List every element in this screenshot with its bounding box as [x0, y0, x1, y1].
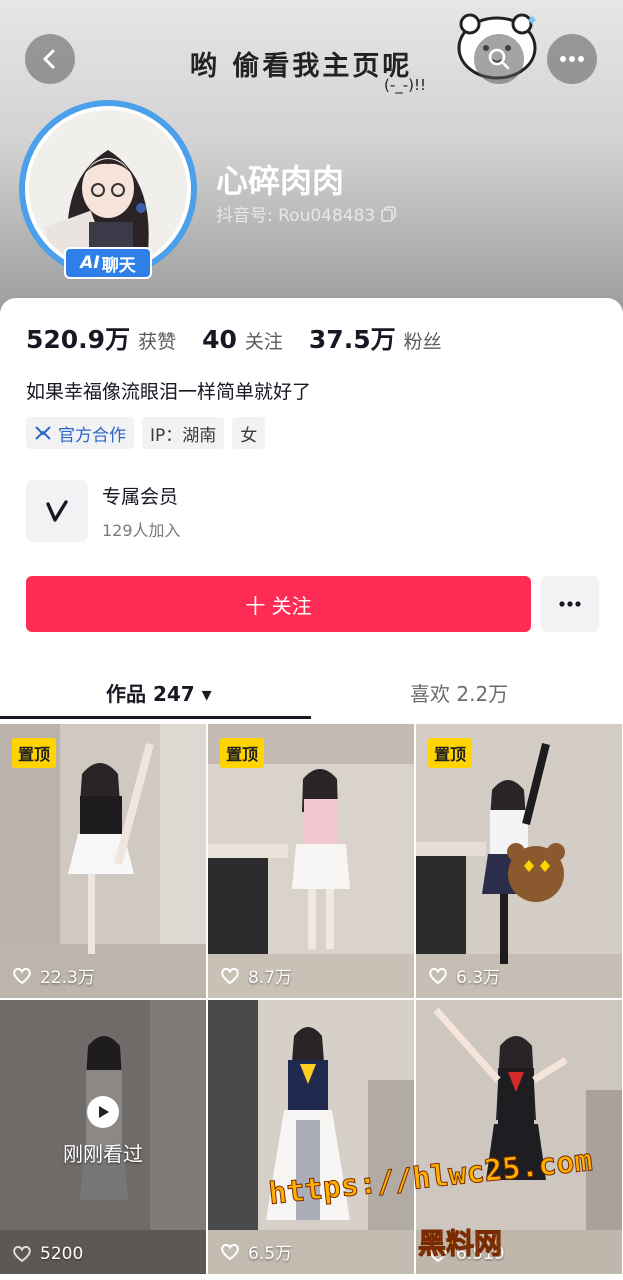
douyin-id-row[interactable]: 抖音号: Rou048483 [216, 201, 397, 226]
profile-sheet: 520.9万 获赞 40 关注 37.5万 粉丝 如果幸福像流眼泪一样简单就好了… [0, 298, 623, 1280]
ip-location-tag: IP：湖南 [142, 417, 225, 449]
play-icon [87, 1096, 119, 1128]
video-tile[interactable]: 置顶 8.7万 [208, 724, 414, 998]
stat-likes-value: 520.9万 [26, 325, 131, 354]
stat-following-label[interactable]: 关注 [245, 327, 283, 354]
video-tile[interactable]: 置顶 22.3万 [0, 724, 206, 998]
watched-overlay: 刚刚看过 [0, 1096, 206, 1167]
exclusive-membership[interactable]: 专属会员 129人加入 [26, 480, 181, 542]
ai-badge-ai: AI [80, 253, 100, 273]
douyin-id-label: 抖音号: Rou048483 [216, 206, 376, 226]
video-likes: 5200 [12, 1244, 83, 1264]
video-likes-count: 22.3万 [40, 968, 95, 988]
ai-badge-label: 聊天 [101, 255, 136, 276]
profile-tabs: 作品 247 ▾ 喜欢 2.2万 [0, 668, 623, 720]
ai-chat-badge[interactable]: AI 聊天 [64, 247, 152, 279]
video-likes: 6.5万 [220, 1239, 292, 1264]
video-likes: 8.7万 [220, 963, 292, 988]
pinned-badge: 置顶 [12, 738, 57, 768]
video-tile[interactable]: 刚刚看过 5200 [0, 1000, 206, 1274]
membership-logo-icon [26, 480, 88, 542]
ip-location-label: IP：湖南 [150, 425, 217, 446]
stat-followers-label[interactable]: 粉丝 [404, 327, 442, 354]
more-dots-icon [560, 56, 584, 62]
more-options-button[interactable] [547, 34, 597, 84]
heart-icon [13, 1245, 31, 1263]
copy-icon[interactable] [381, 205, 397, 222]
membership-count: 129人加入 [102, 520, 181, 540]
watermark-name: 黑料网 [417, 1227, 503, 1261]
back-button[interactable] [25, 34, 75, 84]
more-dots-icon [559, 601, 581, 607]
video-likes-count: 6.3万 [456, 968, 501, 988]
banner-doodle-text: 哟 偷看我主页呢 [190, 51, 413, 82]
tab-likes[interactable]: 喜欢 2.2万 [410, 678, 508, 707]
video-tile[interactable]: 置顶 6.3万 [416, 724, 622, 998]
heart-icon [429, 967, 447, 984]
search-button[interactable] [474, 34, 524, 84]
video-likes-count: 8.7万 [248, 968, 293, 988]
official-partner-tag[interactable]: 官方合作 [26, 417, 134, 449]
heart-icon [221, 1243, 239, 1260]
gender-label: 女 [240, 425, 258, 446]
follow-more-button[interactable] [541, 576, 599, 632]
heart-icon [221, 967, 239, 984]
pinned-badge: 置顶 [428, 738, 473, 768]
stat-followers-value[interactable]: 37.5万 [309, 320, 396, 356]
chevron-left-icon [43, 49, 55, 69]
search-icon [488, 48, 510, 70]
heart-icon [13, 967, 31, 984]
video-likes-count: 5200 [40, 1244, 84, 1264]
tab-works[interactable]: 作品 247 ▾ [106, 678, 212, 707]
video-likes: 6.3万 [428, 963, 500, 988]
profile-nickname: 心碎肉肉 [216, 162, 345, 200]
profile-bio: 如果幸福像流眼泪一样简单就好了 [26, 381, 312, 403]
tab-active-underline [0, 716, 311, 719]
video-likes: 22.3万 [12, 963, 95, 988]
stat-likes-label: 获赞 [138, 331, 177, 353]
membership-title: 专属会员 [102, 485, 179, 508]
video-likes-count: 6.5万 [248, 1244, 293, 1264]
pinned-badge: 置顶 [220, 738, 265, 768]
video-thumbnail [208, 1000, 414, 1274]
profile-tags: 官方合作 IP：湖南 女 [26, 417, 266, 449]
video-tile[interactable]: 6.5万 [208, 1000, 414, 1274]
official-partner-label: 官方合作 [58, 425, 126, 446]
gender-tag: 女 [232, 417, 266, 449]
banner-doodle-sub: (-_-)!! [384, 76, 427, 94]
just-watched-label: 刚刚看过 [63, 1142, 143, 1166]
stat-following-value[interactable]: 40 [202, 325, 237, 354]
official-partner-icon [35, 426, 51, 440]
follow-button[interactable]: 十 关注 [26, 576, 531, 632]
profile-stats: 520.9万 获赞 40 关注 37.5万 粉丝 [26, 320, 468, 356]
